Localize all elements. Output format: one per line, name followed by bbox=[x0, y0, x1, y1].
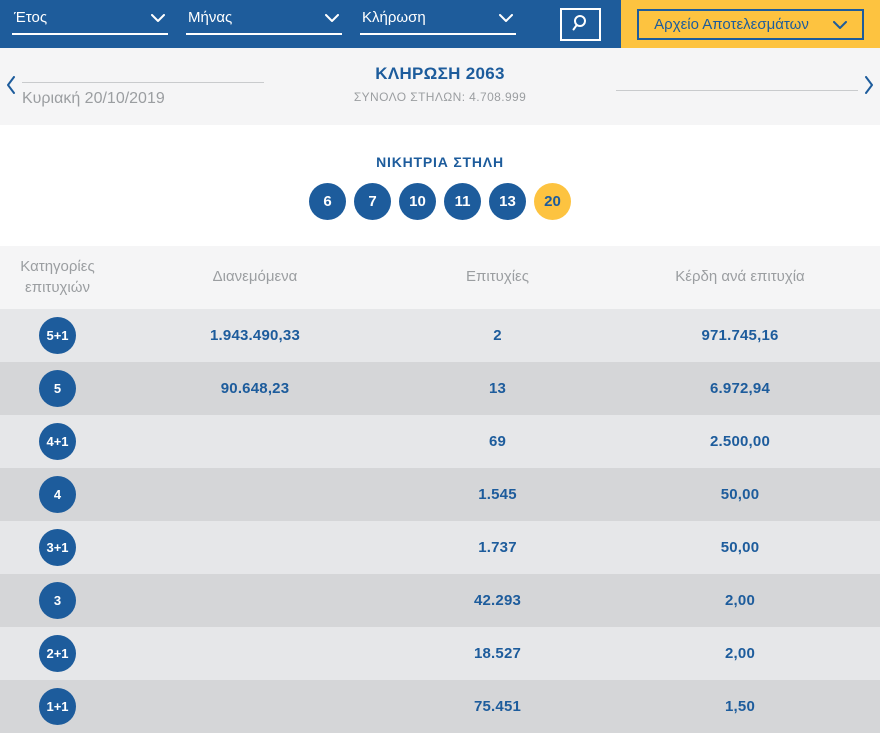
table-row: 3 42.293 2,00 bbox=[0, 574, 880, 627]
category-badge: 3 bbox=[39, 582, 76, 619]
winning-column-section: ΝΙΚΗΤΡΙΑ ΣΤΗΛΗ 6 7 10 11 13 20 bbox=[0, 125, 880, 246]
chevron-down-icon bbox=[832, 16, 847, 33]
category-badge: 5+1 bbox=[39, 317, 76, 354]
winners-value: 75.451 bbox=[473, 698, 522, 715]
next-draw-button[interactable] bbox=[858, 48, 880, 125]
category-badge: 4+1 bbox=[39, 423, 76, 460]
draw-date: Κυριακή 20/10/2019 bbox=[22, 90, 165, 107]
draw-total-columns: ΣΥΝΟΛΟ ΣΤΗΛΩΝ: 4.708.999 bbox=[353, 90, 527, 104]
table-row: 5 90.648,23 13 6.972,94 bbox=[0, 362, 880, 415]
winners-value: 2 bbox=[493, 327, 502, 344]
per-winner-value: 6.972,94 bbox=[710, 380, 770, 397]
winning-number-ball: 6 bbox=[309, 183, 346, 220]
category-badge: 4 bbox=[39, 476, 76, 513]
chevron-down-icon bbox=[499, 9, 513, 26]
winners-value: 69 bbox=[488, 433, 507, 450]
year-dropdown-label: Έτος bbox=[14, 9, 48, 26]
chevron-left-icon bbox=[6, 76, 16, 97]
results-archive-label: Αρχείο Αποτελεσμάτων bbox=[654, 15, 809, 33]
column-header-categories: Κατηγορίες επιτυχιών bbox=[20, 258, 95, 296]
next-draw-info bbox=[616, 48, 858, 125]
category-badge: 3+1 bbox=[39, 529, 76, 566]
winners-value: 1.737 bbox=[478, 539, 517, 556]
month-dropdown[interactable]: Μήνας bbox=[186, 9, 342, 35]
category-badge: 1+1 bbox=[39, 688, 76, 725]
per-winner-value: 1,50 bbox=[725, 698, 755, 715]
distributed-value: 1.943.490,33 bbox=[210, 327, 300, 344]
year-dropdown[interactable]: Έτος bbox=[12, 9, 168, 35]
chevron-down-icon bbox=[325, 9, 339, 26]
category-badge: 5 bbox=[39, 370, 76, 407]
winners-value: 18.527 bbox=[473, 645, 522, 662]
winning-number-ball: 13 bbox=[489, 183, 526, 220]
prev-draw-info: Κυριακή 20/10/2019 bbox=[22, 48, 264, 125]
winning-number-ball: 7 bbox=[354, 183, 391, 220]
divider-line bbox=[22, 82, 264, 83]
category-badge: 2+1 bbox=[39, 635, 76, 672]
table-row: 2+1 18.527 2,00 bbox=[0, 627, 880, 680]
distributed-value: 90.648,23 bbox=[220, 380, 290, 397]
table-row: 1+1 75.451 1,50 bbox=[0, 680, 880, 733]
chevron-down-icon bbox=[151, 9, 165, 26]
per-winner-value: 2.500,00 bbox=[710, 433, 770, 450]
table-row: 5+1 1.943.490,33 2 971.745,16 bbox=[0, 309, 880, 362]
results-table-header: Κατηγορίες επιτυχιών Διανεμόμενα Επιτυχί… bbox=[0, 246, 880, 309]
draw-navigation: Κυριακή 20/10/2019 ΚΛΗΡΩΣΗ 2063 ΣΥΝΟΛΟ Σ… bbox=[0, 48, 880, 125]
divider-line bbox=[616, 90, 858, 91]
draw-dropdown-label: Κλήρωση bbox=[362, 9, 426, 26]
winning-column-heading: ΝΙΚΗΤΡΙΑ ΣΤΗΛΗ bbox=[376, 154, 504, 170]
chevron-right-icon bbox=[864, 76, 874, 97]
winners-value: 13 bbox=[488, 380, 507, 397]
per-winner-value: 2,00 bbox=[725, 592, 755, 609]
winning-number-ball: 11 bbox=[444, 183, 481, 220]
filter-toolbar: Έτος Μήνας Κλήρωση Αρχείο Αποτελεσμάτων bbox=[0, 0, 880, 48]
prev-draw-button[interactable] bbox=[0, 48, 22, 125]
per-winner-value: 50,00 bbox=[720, 486, 760, 503]
search-button[interactable] bbox=[560, 8, 601, 41]
table-row: 4+1 69 2.500,00 bbox=[0, 415, 880, 468]
per-winner-value: 971.745,16 bbox=[701, 327, 779, 344]
table-row: 3+1 1.737 50,00 bbox=[0, 521, 880, 574]
winning-numbers: 6 7 10 11 13 20 bbox=[0, 183, 880, 220]
column-header-per-winner: Κέρδη ανά επιτυχία bbox=[675, 268, 805, 286]
per-winner-value: 50,00 bbox=[720, 539, 760, 556]
search-icon bbox=[572, 14, 590, 35]
draw-title: ΚΛΗΡΩΣΗ 2063 bbox=[375, 64, 505, 83]
winning-number-ball: 10 bbox=[399, 183, 436, 220]
results-archive-button[interactable]: Αρχείο Αποτελεσμάτων bbox=[637, 8, 864, 40]
month-dropdown-label: Μήνας bbox=[188, 9, 233, 26]
draw-header: ΚΛΗΡΩΣΗ 2063 ΣΥΝΟΛΟ ΣΤΗΛΩΝ: 4.708.999 bbox=[264, 48, 616, 125]
column-header-distributed: Διανεμόμενα bbox=[212, 268, 298, 286]
draw-dropdown[interactable]: Κλήρωση bbox=[360, 9, 516, 35]
archive-panel: Αρχείο Αποτελεσμάτων bbox=[621, 0, 880, 48]
winners-value: 1.545 bbox=[478, 486, 517, 503]
table-row: 4 1.545 50,00 bbox=[0, 468, 880, 521]
column-header-winners: Επιτυχίες bbox=[466, 268, 529, 286]
winners-value: 42.293 bbox=[473, 592, 522, 609]
per-winner-value: 2,00 bbox=[725, 645, 755, 662]
joker-number-ball: 20 bbox=[534, 183, 571, 220]
